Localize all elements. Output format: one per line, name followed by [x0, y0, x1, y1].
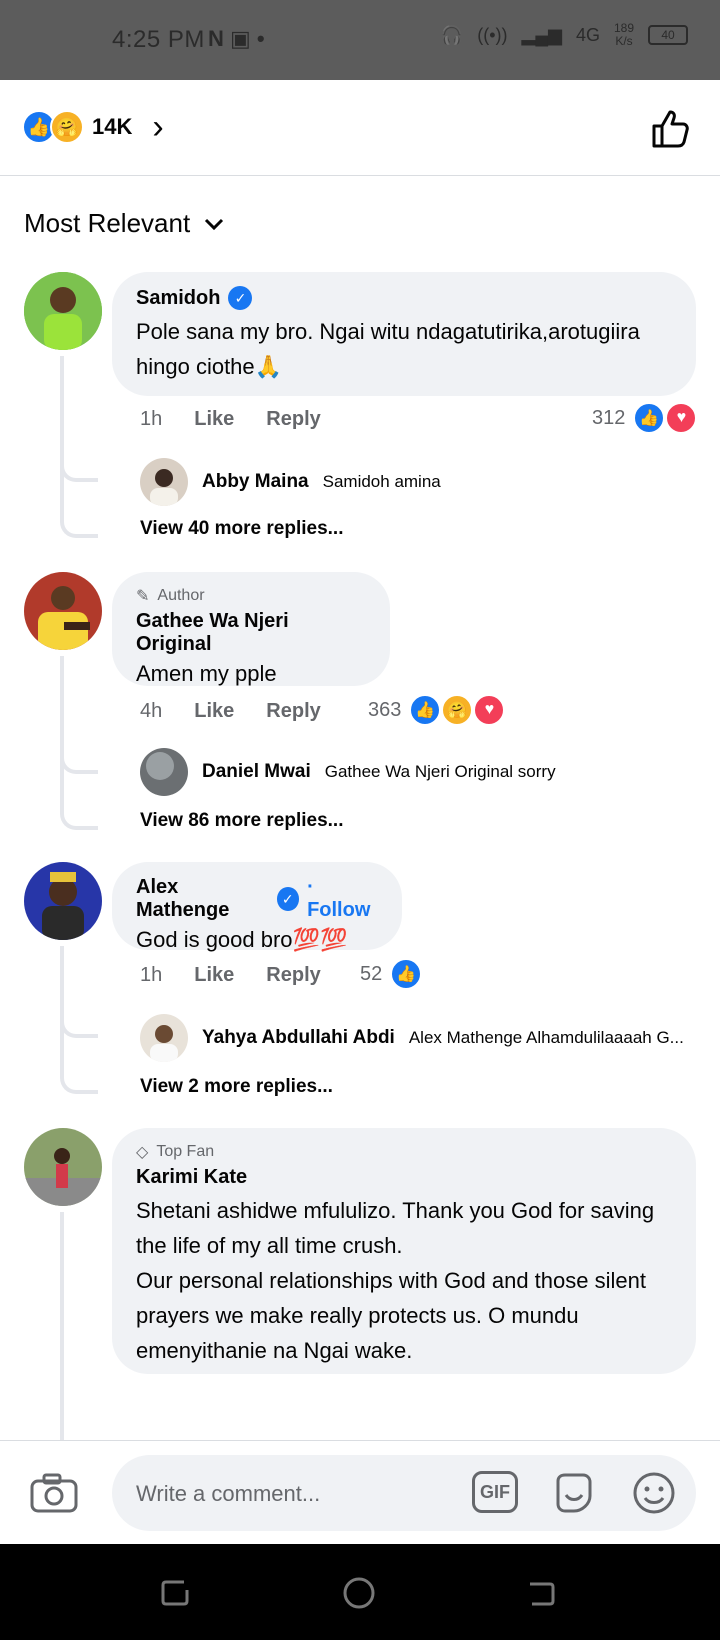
reply-preview[interactable]: Abby Maina Samidoh amina [140, 458, 441, 506]
comment-time: 1h [140, 964, 163, 986]
comment-author[interactable]: Alex Mathenge ✓ · Follow [136, 876, 378, 922]
reply-button[interactable]: Reply [266, 964, 320, 987]
emoji-icon[interactable] [632, 1471, 676, 1515]
care-icon: 🤗 [441, 694, 474, 726]
avatar [140, 458, 188, 506]
chevron-right-icon[interactable]: › [152, 110, 163, 144]
like-icon: 👍 [633, 402, 666, 434]
gif-button[interactable]: GIF [472, 1471, 518, 1513]
battery-icon: 40 [648, 25, 688, 45]
comment-reactions[interactable]: 312 👍 ♥ [592, 402, 698, 434]
signal-icon: ▂▄▆ [521, 24, 562, 45]
avatar[interactable] [24, 862, 102, 940]
back-icon[interactable] [524, 1576, 558, 1610]
thread-connector [60, 1008, 98, 1038]
status-right-icons: 🎧 ((•)) ▂▄▆ 4G 189 K/s 40 [441, 22, 688, 48]
reply-author[interactable]: Daniel Mwai [202, 761, 311, 783]
home-icon[interactable] [342, 1576, 376, 1610]
reply-button[interactable]: Reply [266, 700, 320, 723]
comment-author[interactable]: Karimi Kate [136, 1166, 672, 1189]
sort-label: Most Relevant [24, 208, 191, 238]
like-button[interactable]: Like [194, 408, 234, 431]
system-nav-bar [0, 1544, 720, 1640]
reaction-count: 14K [92, 114, 133, 139]
like-icon: 👍 [409, 694, 442, 726]
view-more-replies[interactable]: View 40 more replies... [140, 518, 343, 540]
comment-composer: Write a comment... GIF [0, 1440, 720, 1544]
comment-text: Amen my pple [136, 661, 277, 686]
comment-placeholder: Write a comment... [136, 1481, 321, 1506]
hotspot-icon: ((•)) [477, 24, 508, 45]
thread-connector [60, 744, 98, 774]
love-icon: ♥ [665, 402, 698, 434]
reply-text: Gathee Wa Njeri Original sorry [324, 762, 556, 781]
avatar [140, 1014, 188, 1062]
reply-text: Samidoh amina [322, 472, 441, 491]
avatar [140, 748, 188, 796]
thread-line [60, 356, 64, 508]
status-notification-icons: N ▣ • [208, 26, 265, 51]
view-more-replies[interactable]: View 86 more replies... [140, 810, 343, 832]
comment-bubble[interactable]: Samidoh ✓ Pole sana my bro. Ngai witu nd… [112, 272, 696, 396]
love-icon: ♥ [473, 694, 506, 726]
thread-connector [60, 508, 98, 538]
avatar[interactable] [24, 1128, 102, 1206]
comment-actions: 4h Like Reply [140, 700, 321, 723]
like-icon: 👍 [390, 958, 423, 990]
thread-line [60, 656, 64, 810]
verified-badge-icon: ✓ [228, 286, 253, 310]
reply-preview[interactable]: Yahya Abdullahi Abdi Alex Mathenge Alham… [140, 1014, 684, 1062]
status-bar: 4:25 PM N ▣ • 🎧 ((•)) ▂▄▆ 4G 189 K/s 40 [0, 0, 720, 80]
comment-time: 4h [140, 700, 163, 722]
like-button[interactable]: Like [194, 964, 234, 987]
comment-author[interactable]: Samidoh ✓ [136, 286, 672, 310]
thread-connector [60, 1064, 98, 1094]
sort-dropdown[interactable]: Most Relevant [24, 208, 224, 239]
thread-connector [60, 452, 98, 482]
comment-actions: 1h Like Reply [140, 964, 321, 987]
avatar[interactable] [24, 272, 102, 350]
comment-reactions[interactable]: 52 👍 [360, 958, 423, 990]
chevron-down-icon [205, 218, 224, 230]
reply-author[interactable]: Abby Maina [202, 471, 309, 493]
thread-connector [60, 800, 98, 830]
comment-time: 1h [140, 408, 163, 430]
headphones-icon: 🎧 [440, 24, 464, 45]
sticker-icon[interactable] [552, 1471, 596, 1515]
follow-button[interactable]: · Follow [307, 876, 378, 922]
reactions-summary[interactable]: 👍 🤗 14K › [22, 110, 164, 144]
network-speed: 189 K/s [613, 21, 634, 48]
care-icon: 🤗 [50, 110, 84, 144]
view-more-replies[interactable]: View 2 more replies... [140, 1076, 333, 1098]
comment-author[interactable]: Gathee Wa Njeri Original [136, 610, 366, 656]
thread-line [60, 1212, 64, 1452]
camera-icon[interactable] [30, 1473, 78, 1513]
comment-bubble[interactable]: Alex Mathenge ✓ · Follow God is good bro… [112, 862, 402, 952]
status-time: 4:25 PM [112, 26, 205, 53]
comments-sheet: 👍 🤗 14K › Most Relevant Samidoh ✓ Pole s… [0, 80, 720, 1544]
reply-preview[interactable]: Daniel Mwai Gathee Wa Njeri Original sor… [140, 748, 556, 796]
avatar[interactable] [24, 572, 102, 650]
verified-badge-icon: ✓ [276, 887, 300, 911]
reply-author[interactable]: Yahya Abdullahi Abdi [202, 1027, 395, 1049]
comment-text: Pole sana my bro. Ngai witu ndagatutirik… [136, 319, 640, 379]
comment-actions: 1h Like Reply [140, 408, 321, 431]
author-badge: ✎ Author [136, 587, 205, 605]
top-fan-badge: ◇ Top Fan [136, 1143, 215, 1161]
reply-button[interactable]: Reply [266, 408, 320, 431]
comment-bubble[interactable]: ◇ Top Fan Karimi Kate Shetani ashidwe mf… [112, 1128, 696, 1374]
network-type: 4G [575, 24, 600, 45]
comment-reactions[interactable]: 363 👍 🤗 ♥ [368, 694, 506, 726]
reply-text: Alex Mathenge Alhamdulilaaaah G... [408, 1028, 684, 1047]
like-button[interactable]: Like [194, 700, 234, 723]
reactions-header[interactable]: 👍 🤗 14K › [0, 80, 720, 176]
comment-text: Shetani ashidwe mfululizo. Thank you God… [136, 1198, 655, 1363]
comment-text: God is good bro💯💯 [136, 927, 348, 952]
diamond-icon: ◇ [136, 1144, 149, 1161]
like-post-icon[interactable] [648, 106, 692, 150]
comment-bubble[interactable]: ✎ Author Gathee Wa Njeri Original Amen m… [112, 572, 390, 686]
comment-input[interactable]: Write a comment... GIF [112, 1455, 696, 1531]
recents-icon[interactable] [158, 1576, 192, 1610]
pencil-icon: ✎ [136, 588, 150, 605]
